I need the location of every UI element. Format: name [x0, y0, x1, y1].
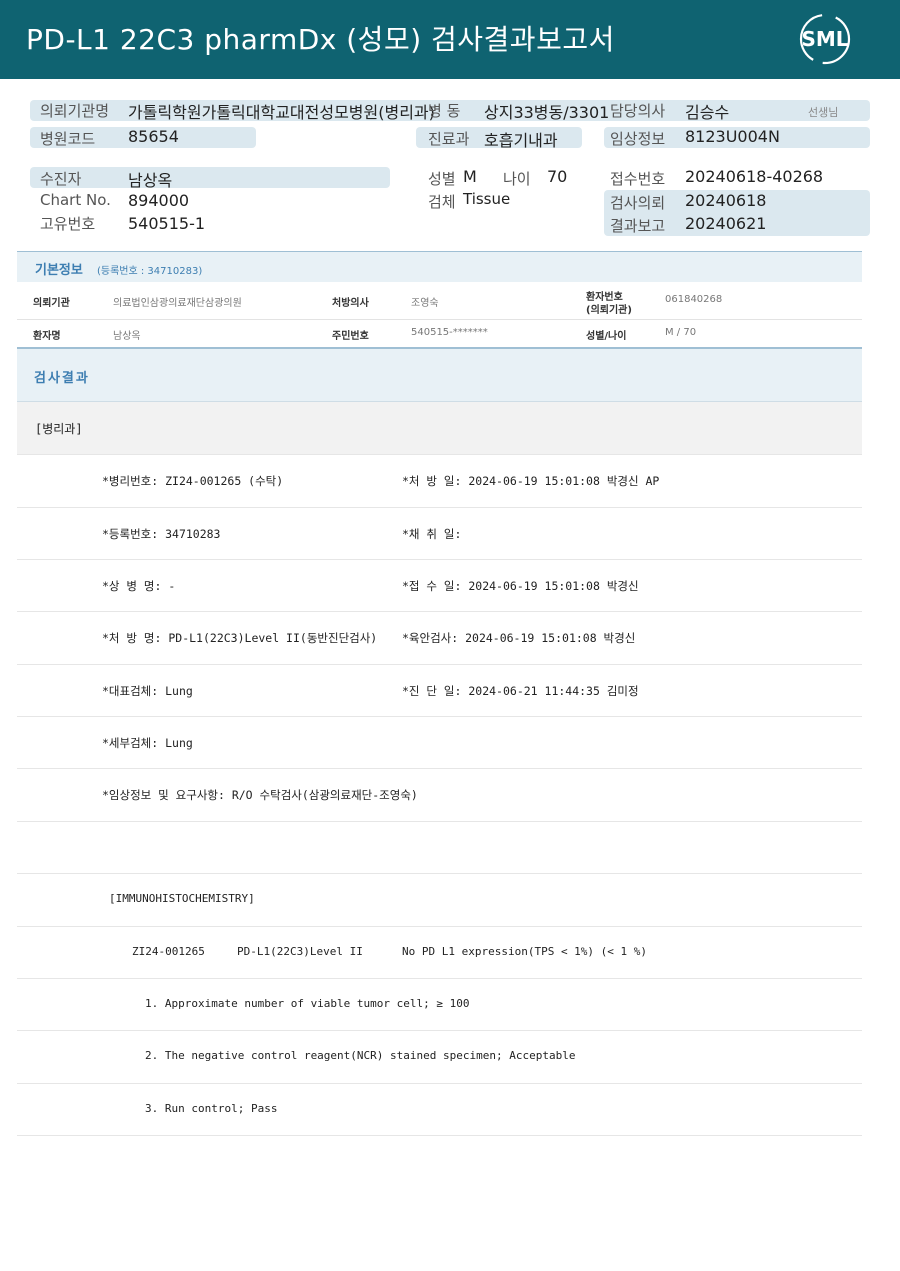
clinical-value: 8123U004N [685, 127, 780, 146]
sml-logo: SML [796, 12, 854, 66]
bi-name-value: 남상옥 [113, 331, 141, 342]
result-row-2-right: *채 취 일: [402, 527, 462, 541]
basic-info-row-1: 의뢰기관 의료법인삼광의료재단삼광의원 처방의사 조영숙 환자번호 (의뢰기관)… [17, 283, 862, 320]
ward-label: 병 동 [428, 102, 461, 120]
bi-rrn-value: 540515-******* [411, 327, 488, 338]
ihc-item-3: 3. Run control; Pass [145, 1102, 278, 1115]
doctor-value: 김승수 [685, 103, 730, 122]
result-row-4-right: *육안검사: 2024-06-19 15:01:08 박경신 [402, 631, 636, 645]
dept-value: 호흡기내과 [484, 131, 558, 150]
result-row-5-right: *진 단 일: 2024-06-21 11:44:35 김미정 [402, 684, 639, 698]
result-row-2-left: *등록번호: 34710283 [102, 527, 221, 541]
ward-value: 상지33병동/3301 [484, 103, 610, 122]
result-row-1-right: *처 방 일: 2024-06-19 15:01:08 박경신 AP [402, 474, 660, 488]
info-band-3 [30, 167, 390, 188]
patient-label: 수진자 [40, 170, 82, 188]
clinical-label: 임상정보 [610, 130, 666, 148]
bi-sexage-value: M / 70 [665, 327, 697, 338]
bi-patient-no-value: 061840268 [665, 294, 723, 305]
ihc-id: ZI24-001265 [132, 945, 205, 958]
receipt-label: 접수번호 [610, 170, 666, 188]
basic-info-row-2: 환자명 남상옥 주민번호 540515-******* 성별/나이 M / 70 [17, 320, 862, 349]
age-value: 70 [547, 167, 568, 186]
sex-value: M [463, 167, 477, 186]
request-label: 검사의뢰 [610, 194, 666, 212]
ihc-result: No PD L1 expression(TPS < 1%) (< 1 %) [402, 945, 648, 958]
request-value: 20240618 [685, 191, 767, 210]
bi-name-label: 환자명 [33, 331, 61, 342]
result-row-blank [17, 822, 862, 874]
bi-prescriber-label: 처방의사 [332, 298, 369, 309]
ihc-test: PD-L1(22C3)Level II [237, 945, 363, 958]
uid-label: 고유번호 [40, 215, 96, 233]
institution-value: 가톨릭학원가톨릭대학교대전성모병원(병리과) [128, 103, 435, 122]
patient-value: 남상옥 [128, 171, 173, 190]
chart-label: Chart No. [40, 191, 111, 209]
specimen-label: 검체 [428, 193, 456, 211]
result-row-2: *등록번호: 34710283 *채 취 일: [17, 508, 862, 560]
sml-logo-text: SML [801, 27, 848, 51]
bi-patient-no-label2: (의뢰기관) [586, 305, 632, 316]
ihc-item-2-row: 2. The negative control reagent(NCR) sta… [17, 1031, 862, 1084]
uid-value: 540515-1 [128, 214, 206, 233]
institution-label: 의뢰기관명 [40, 102, 110, 120]
results-dept: [병리과] [35, 422, 83, 436]
bi-rrn-label: 주민번호 [332, 331, 369, 342]
ihc-item-1-row: 1. Approximate number of viable tumor ce… [17, 979, 862, 1031]
result-row-1: *병리번호: ZI24-001265 (수탁) *처 방 일: 2024-06-… [17, 455, 862, 508]
ihc-line-row: ZI24-001265 PD-L1(22C3)Level II No PD L1… [17, 927, 862, 979]
bi-prescriber-value: 조영숙 [411, 298, 439, 309]
result-row-5-left: *대표검체: Lung [102, 684, 193, 698]
results-dept-row: [병리과] [17, 402, 862, 455]
ihc-item-1: 1. Approximate number of viable tumor ce… [145, 997, 470, 1010]
bi-sexage-label: 성별/나이 [586, 331, 627, 342]
ihc-title: [IMMUNOHISTOCHEMISTRY] [109, 892, 255, 905]
result-row-1-left: *병리번호: ZI24-001265 (수탁) [102, 474, 284, 488]
result-row-7: *임상정보 및 요구사항: R/O 수탁검사(삼광의료재단-조영숙) [17, 769, 862, 822]
basic-info-title: 기본정보 [35, 263, 83, 278]
hospital-code-value: 85654 [128, 127, 179, 146]
specimen-value: Tissue [463, 190, 511, 208]
result-row-7-left: *임상정보 및 요구사항: R/O 수탁검사(삼광의료재단-조영숙) [102, 788, 418, 802]
dept-label: 진료과 [428, 130, 470, 148]
ihc-item-3-row: 3. Run control; Pass [17, 1084, 862, 1136]
result-row-4: *처 방 명: PD-L1(22C3)Level II(동반진단검사) *육안검… [17, 612, 862, 665]
result-row-6-left: *세부검체: Lung [102, 736, 193, 750]
results-header: 검사결과 [17, 349, 862, 402]
report-label: 결과보고 [610, 217, 666, 235]
age-label: 나이 [503, 170, 531, 188]
result-row-6: *세부검체: Lung [17, 717, 862, 769]
result-row-5: *대표검체: Lung *진 단 일: 2024-06-21 11:44:35 … [17, 665, 862, 717]
result-row-4-left: *처 방 명: PD-L1(22C3)Level II(동반진단검사) [102, 631, 378, 645]
report-title: PD-L1 22C3 pharmDx (성모) 검사결과보고서 [26, 23, 615, 56]
ihc-title-row: [IMMUNOHISTOCHEMISTRY] [17, 874, 862, 927]
sex-label: 성별 [428, 170, 456, 188]
basic-info-header: 기본정보 (등록번호 : 34710283) [17, 251, 862, 282]
results-title: 검사결과 [34, 371, 90, 386]
hospital-code-label: 병원코드 [40, 130, 96, 148]
result-row-3-right: *접 수 일: 2024-06-19 15:01:08 박경신 [402, 579, 639, 593]
bi-institution-label: 의뢰기관 [33, 298, 70, 309]
ihc-item-2: 2. The negative control reagent(NCR) sta… [145, 1049, 576, 1062]
chart-value: 894000 [128, 191, 190, 210]
receipt-value: 20240618-40268 [685, 167, 824, 186]
basic-info-reg: (등록번호 : 34710283) [97, 266, 203, 277]
report-value: 20240621 [685, 214, 767, 233]
doctor-suffix: 선생님 [808, 106, 839, 119]
bi-institution-value: 의료법인삼광의료재단삼광의원 [113, 298, 242, 309]
sml-logo-icon: SML [799, 13, 851, 65]
report-header: PD-L1 22C3 pharmDx (성모) 검사결과보고서 SML [0, 0, 900, 79]
result-row-3-left: *상 병 명: - [102, 579, 176, 593]
doctor-label: 담당의사 [610, 102, 666, 120]
result-row-3: *상 병 명: - *접 수 일: 2024-06-19 15:01:08 박경… [17, 560, 862, 612]
